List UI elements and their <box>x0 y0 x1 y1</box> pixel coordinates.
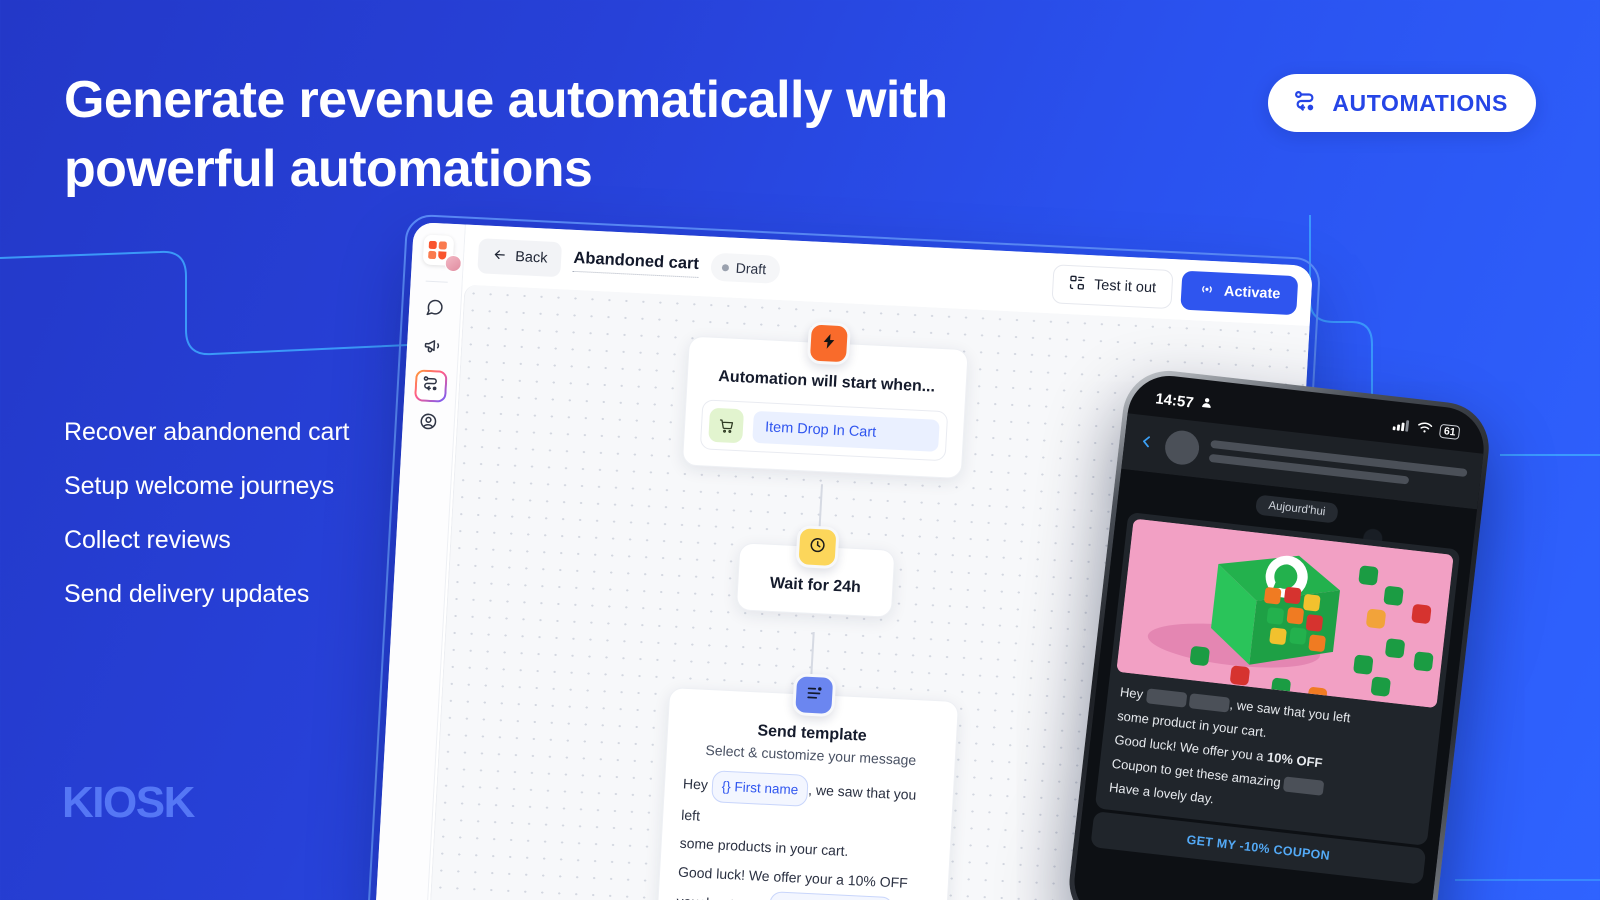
cellular-signal-icon <box>1392 417 1411 436</box>
chat-discount-bold: 10% OFF <box>1266 749 1324 771</box>
variable-chip-first-name[interactable]: {} First name <box>710 770 810 807</box>
back-button[interactable]: Back <box>477 237 563 277</box>
wait-badge <box>795 525 840 570</box>
phone-frame: 14:57 61 Aujourd'hui Hey , we saw that y… <box>1064 366 1494 900</box>
status-badge-label: Draft <box>735 259 767 278</box>
date-divider: Aujourd'hui <box>1255 494 1339 524</box>
redacted-first-name <box>1145 688 1188 708</box>
redacted-last-name <box>1189 693 1231 713</box>
battery-level: 61 <box>1443 425 1457 439</box>
kiosk-logo: KIOSK <box>62 778 195 828</box>
redacted-product <box>1283 776 1325 797</box>
activate-button[interactable]: Activate <box>1179 270 1299 315</box>
wait-title: Wait for 24h <box>769 574 862 597</box>
phone-screen: 14:57 61 Aujourd'hui Hey , we saw that y… <box>1070 371 1489 900</box>
chat-line-5: Have a lovely day. <box>1108 779 1215 807</box>
toolbar-actions: Test it out Activate <box>1051 263 1299 315</box>
flow-node-send-template[interactable]: Send template Select & customize your me… <box>653 673 960 900</box>
broadcast-icon <box>1197 280 1215 302</box>
wifi-icon <box>1416 420 1434 439</box>
kiosk-mark-icon <box>428 240 447 259</box>
shopping-cart-icon <box>708 407 745 444</box>
message-line-4a: voucher to get <box>676 893 766 900</box>
send-badge <box>792 673 837 718</box>
qr-scan-icon <box>1067 274 1085 296</box>
variable-chip-product-name[interactable]: ! Product Name <box>768 890 894 900</box>
variable-chip-product-name-label: Product Name <box>796 894 884 900</box>
sidebar-item-campaigns[interactable] <box>416 331 450 365</box>
status-time: 14:57 <box>1154 389 1195 412</box>
contact-icon <box>1200 395 1215 413</box>
chat-icon <box>424 298 444 323</box>
status-badge[interactable]: Draft <box>710 252 781 284</box>
kiosk-app-mark[interactable] <box>422 234 462 273</box>
trigger-condition-row[interactable]: Item Drop In Cart <box>699 399 949 462</box>
chat-bubble-incoming[interactable]: Hey , we saw that you left some product … <box>1094 511 1461 847</box>
automations-badge-label: AUTOMATIONS <box>1332 89 1508 116</box>
activate-label: Activate <box>1223 283 1281 303</box>
sidebar-item-profile[interactable] <box>411 407 445 441</box>
trigger-value[interactable]: Item Drop In Cart <box>752 410 940 452</box>
message-line-3: Good luck! We offer your a 10% OFF <box>677 863 909 891</box>
trigger-title: Automation will start when... <box>717 368 936 396</box>
status-dot-icon <box>721 263 730 271</box>
phone-mockup: 14:57 61 Aujourd'hui Hey , we saw that y… <box>1064 366 1494 900</box>
chat-line-1a: Hey <box>1119 684 1144 702</box>
back-button-label: Back <box>514 248 548 267</box>
message-line-1a: Hey <box>682 775 709 793</box>
automations-badge: AUTOMATIONS <box>1268 74 1536 132</box>
test-it-out-label: Test it out <box>1093 277 1157 297</box>
arrow-left-icon <box>492 246 508 266</box>
test-it-out-button[interactable]: Test it out <box>1051 263 1174 309</box>
automation-flow-icon <box>1292 88 1318 119</box>
profile-icon <box>418 411 438 436</box>
avatar[interactable] <box>443 254 462 273</box>
page-title: Generate revenue automatically with powe… <box>64 71 948 199</box>
kiosk-logo-text: KIOSK <box>62 778 195 827</box>
status-indicators: 61 <box>1392 417 1461 441</box>
chevron-left-icon[interactable] <box>1137 432 1155 455</box>
trigger-badge <box>806 321 852 366</box>
flow-node-trigger[interactable]: Automation will start when... Item Drop … <box>681 321 969 480</box>
sidebar-item-automations[interactable] <box>413 369 448 403</box>
megaphone-icon <box>422 336 442 361</box>
battery-indicator: 61 <box>1439 423 1461 440</box>
automation-icon <box>420 374 440 399</box>
lightning-bolt-icon <box>819 331 838 355</box>
sidebar-item-chat[interactable] <box>418 293 452 327</box>
flow-node-wait[interactable]: Wait for 24h <box>735 525 896 618</box>
send-message-body[interactable]: Hey {} First name , we saw that you left… <box>674 769 936 900</box>
sidebar-divider <box>425 280 448 283</box>
template-message-icon <box>805 683 824 707</box>
clock-icon <box>808 535 827 559</box>
message-line-2: some products in your cart. <box>679 835 849 860</box>
chat-body[interactable]: Aujourd'hui Hey , we saw that you left s… <box>1070 468 1478 900</box>
chat-line-1b: , we saw that you left <box>1228 696 1352 726</box>
variable-chip-first-name-label: {} First name <box>721 778 799 798</box>
contact-avatar[interactable] <box>1163 428 1201 467</box>
flow-title[interactable]: Abandoned cart <box>572 248 700 278</box>
